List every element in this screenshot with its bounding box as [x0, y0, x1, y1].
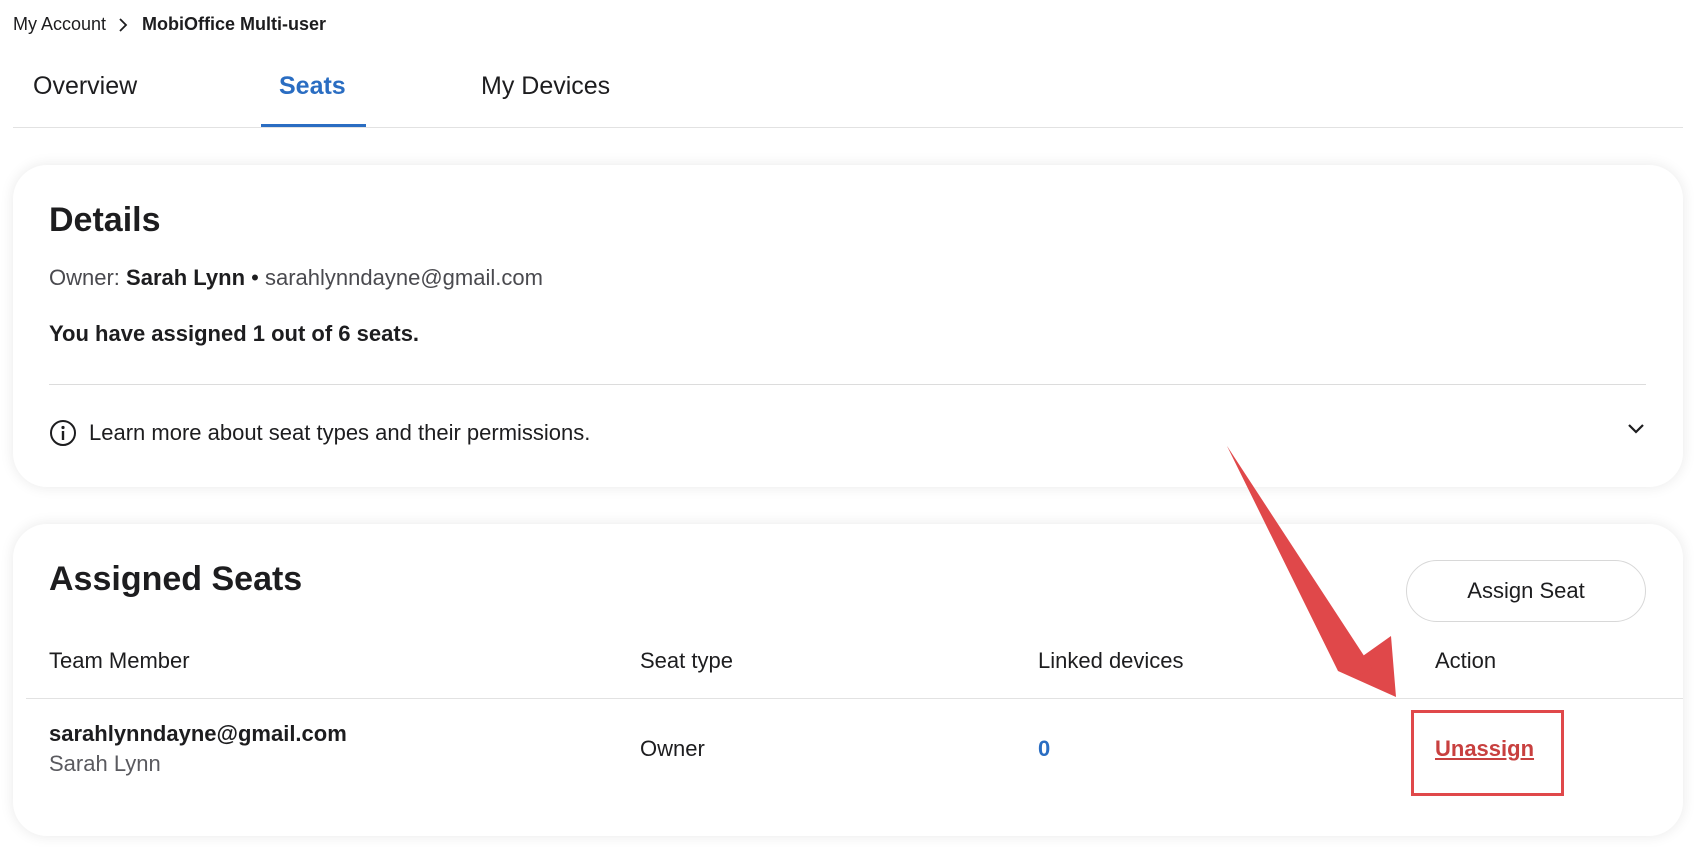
details-title: Details	[49, 201, 161, 239]
tab-overview[interactable]: Overview	[33, 72, 137, 127]
details-card: Details Owner: Sarah Lynn • sarahlynnday…	[13, 165, 1683, 487]
tab-seats[interactable]: Seats	[279, 72, 346, 127]
owner-email: sarahlynndayne@gmail.com	[265, 265, 543, 290]
column-header-team-member: Team Member	[49, 648, 190, 673]
column-header-action: Action	[1435, 648, 1497, 673]
owner-label: Owner:	[49, 265, 120, 290]
chevron-down-icon[interactable]	[1626, 421, 1646, 440]
divider	[49, 384, 1646, 385]
member-email: sarahlynndayne@gmail.com	[49, 721, 347, 746]
assign-seat-button[interactable]: Assign Seat	[1406, 560, 1646, 622]
owner-line: Owner: Sarah Lynn • sarahlynndayne@gmail…	[49, 265, 543, 291]
breadcrumb: My Account MobiOffice Multi-user	[13, 14, 326, 35]
info-icon	[49, 419, 77, 447]
column-header-seat-type: Seat type	[640, 648, 733, 673]
linked-devices-link[interactable]: 0	[1038, 736, 1050, 762]
seats-assigned-summary: You have assigned 1 out of 6 seats.	[49, 321, 420, 346]
learn-more-accordion[interactable]: Learn more about seat types and their pe…	[49, 417, 1646, 449]
chevron-right-icon	[118, 17, 128, 33]
learn-more-text: Learn more about seat types and their pe…	[89, 420, 591, 445]
tab-bar: Overview Seats My Devices	[13, 60, 1683, 128]
assigned-seats-title: Assigned Seats	[49, 560, 303, 598]
owner-name: Sarah Lynn	[126, 265, 246, 290]
seat-type: Owner	[640, 736, 705, 761]
table-header-divider	[26, 698, 1683, 699]
active-tab-indicator	[261, 124, 366, 127]
breadcrumb-current: MobiOffice Multi-user	[142, 14, 327, 34]
owner-separator: •	[251, 265, 259, 290]
column-header-linked-devices: Linked devices	[1038, 648, 1184, 673]
tab-my-devices[interactable]: My Devices	[481, 72, 610, 127]
breadcrumb-my-account[interactable]: My Account	[13, 14, 106, 35]
annotation-highlight-box	[1411, 710, 1564, 796]
member-name: Sarah Lynn	[49, 751, 161, 776]
